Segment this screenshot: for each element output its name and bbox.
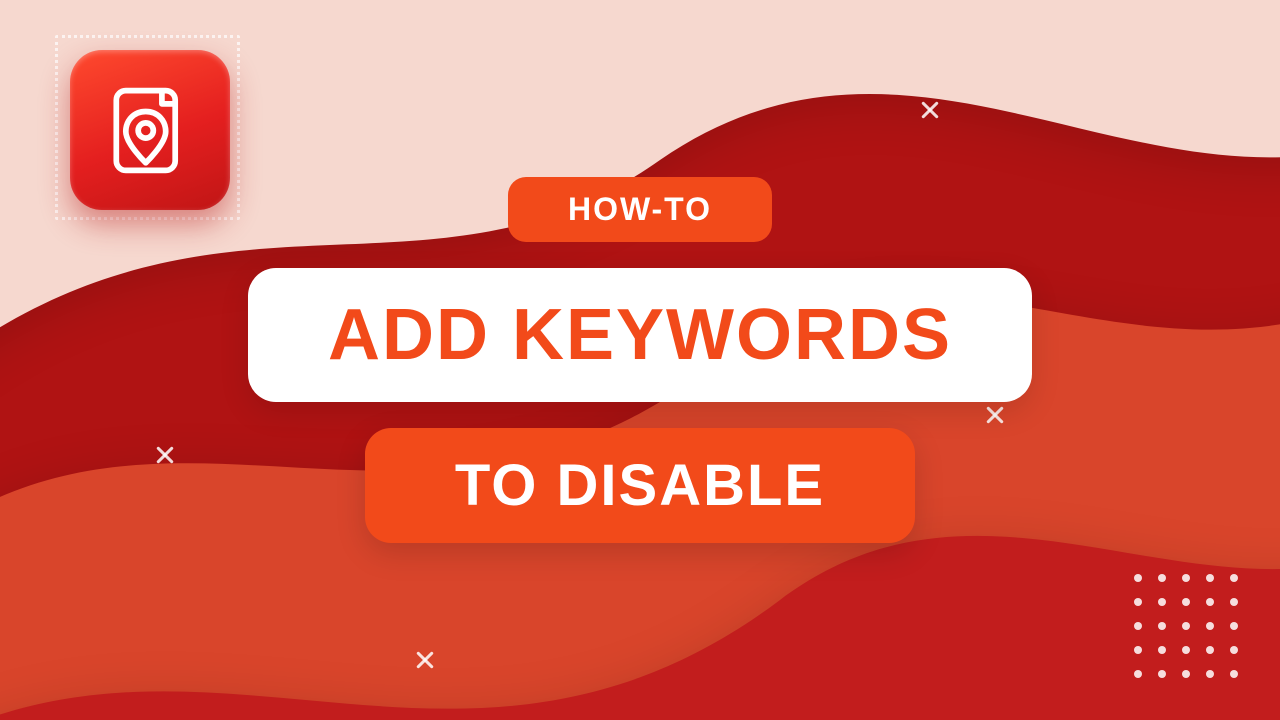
title-line-1: ADD KEYWORDS <box>248 268 1032 402</box>
how-to-badge: HOW-TO <box>508 177 772 242</box>
title-stack: HOW-TO ADD KEYWORDS TO DISABLE <box>248 177 1032 543</box>
x-decor-icon <box>155 445 175 465</box>
thumbnail-canvas: HOW-TO ADD KEYWORDS TO DISABLE <box>0 0 1280 720</box>
x-decor-icon <box>920 100 940 120</box>
x-decor-icon <box>415 650 435 670</box>
document-pin-icon <box>103 83 198 178</box>
dot-grid-decor <box>1134 574 1240 680</box>
app-icon <box>70 50 230 210</box>
title-line-2: TO DISABLE <box>365 428 915 543</box>
